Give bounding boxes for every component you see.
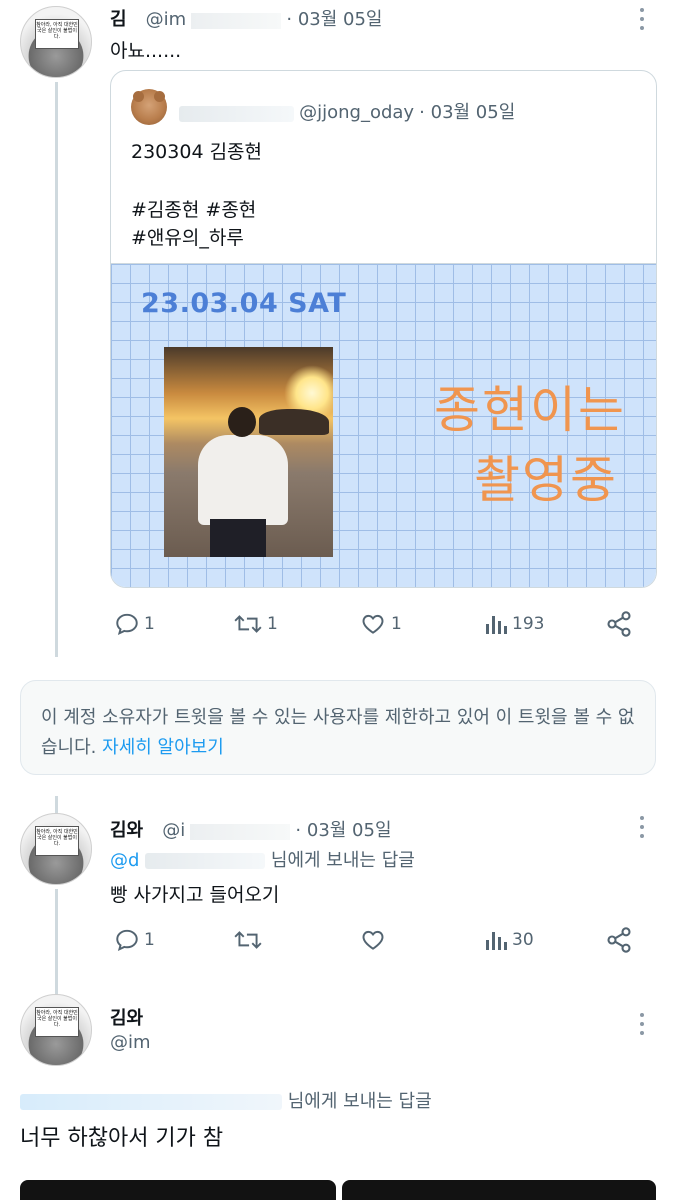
reply-button[interactable]: 1 [114,611,155,637]
tweet-header: 김와 @i · 03월 05일 [110,816,392,842]
thread-line [55,796,58,814]
quoted-tweet-card[interactable]: @jjong_oday · 03월 05일 230304 김종현 #김종현 #종… [110,70,657,588]
reply-icon [116,613,138,635]
display-name[interactable]: 김 [110,9,127,30]
more-options-icon[interactable] [639,816,645,843]
quoted-avatar[interactable] [131,89,167,125]
quoted-handle[interactable]: @jjong_oday [299,102,414,123]
heart-icon [362,930,384,950]
reply-context: @d 님에게 보내는 답글 [110,846,415,872]
retweet-icon [234,615,262,633]
quoted-header: @jjong_oday · 03월 05일 [179,98,515,124]
thread-line [55,82,58,657]
reply-count: 1 [144,614,155,634]
quoted-timestamp[interactable]: · 03월 05일 [419,102,515,123]
views-button[interactable]: 193 [484,611,544,637]
tweet-text: 빵 사가지고 들어오기 [110,884,280,906]
reply-icon [116,929,138,951]
timestamp[interactable]: · 03월 05일 [295,820,391,841]
handle[interactable]: @i [162,820,185,841]
quoted-text-line1: 230304 김종현 [131,141,263,163]
rock-shape [259,409,329,435]
timestamp[interactable]: · 03월 05일 [286,9,382,30]
quoted-text-line3[interactable]: #앤유의_하루 [131,223,244,250]
retweet-count: 1 [267,614,278,634]
image-caption-line1: 종현이는 [434,381,626,439]
views-icon [486,616,507,634]
person-body-shape [198,435,288,525]
views-count: 30 [512,930,534,950]
avatar[interactable]: 참아라, 아직 대한민국은 살인이 불법이다. [20,994,92,1066]
share-button[interactable] [605,926,633,954]
reply-to-handle[interactable]: @d [110,850,139,871]
redacted-handle [20,1094,282,1110]
redacted-handle [145,853,266,869]
media-thumbnail[interactable] [342,1180,656,1200]
reply-context: 님에게 보내는 답글 [20,1087,432,1113]
reply-to-label: 님에게 보내는 답글 [287,1091,432,1112]
retweet-icon [234,931,262,949]
tweet-text: 너무 하찮아서 기가 참 [20,1126,224,1151]
like-button[interactable]: 1 [359,611,402,637]
quoted-image[interactable]: 23.03.04 SAT 종현이는 촬영중 [111,263,656,587]
like-count: 1 [391,614,402,634]
share-icon [607,611,631,637]
thread-line [55,977,58,995]
like-button[interactable] [359,927,387,953]
tweet-text: 아뇨...... [110,40,182,62]
image-caption-line2: 촬영중 [474,451,618,509]
views-button[interactable]: 30 [484,927,534,953]
reply-button[interactable]: 1 [114,927,155,953]
sunset-photo [164,347,333,557]
retweet-button[interactable]: 1 [233,611,278,637]
display-name[interactable]: 김와 [110,1004,143,1030]
share-button[interactable] [605,610,633,638]
more-options-icon[interactable] [639,1013,645,1040]
learn-more-link[interactable]: 자세히 알아보기 [102,737,224,758]
display-name[interactable]: 김와 [110,820,143,841]
avatar[interactable]: 참아라, 아직 대한민국은 살인이 불법이다. [20,6,92,78]
handle[interactable]: @im [110,1032,151,1053]
person-legs-shape [210,519,266,557]
image-date-stamp: 23.03.04 SAT [141,288,347,319]
person-head-shape [228,407,256,437]
redacted-handle [190,823,291,840]
tweet-header: 김 @im · 03월 05일 [110,5,382,31]
share-icon [607,927,631,953]
handle[interactable]: @im [146,9,187,30]
restricted-tweet-notice: 이 계정 소유자가 트윗을 볼 수 있는 사용자를 제한하고 있어 이 트윗을 … [20,680,656,775]
views-count: 193 [512,614,545,634]
redacted-handle [191,12,282,29]
reply-count: 1 [144,930,155,950]
avatar-sign: 참아라, 아직 대한민국은 살인이 불법이다. [35,19,79,49]
avatar[interactable]: 참아라, 아직 대한민국은 살인이 불법이다. [20,813,92,885]
redacted-name [179,105,294,122]
retweet-button[interactable] [233,927,263,953]
thread-line [55,889,58,989]
views-icon [486,932,507,950]
media-thumbnail[interactable] [20,1180,336,1200]
heart-icon [362,614,384,634]
reply-to-label: 님에게 보내는 답글 [270,850,415,871]
avatar-sign: 참아라, 아직 대한민국은 살인이 불법이다. [35,1007,79,1037]
avatar-sign: 참아라, 아직 대한민국은 살인이 불법이다. [35,826,79,856]
more-options-icon[interactable] [639,8,645,35]
quoted-text-line2[interactable]: #김종현 #종현 [131,195,256,222]
